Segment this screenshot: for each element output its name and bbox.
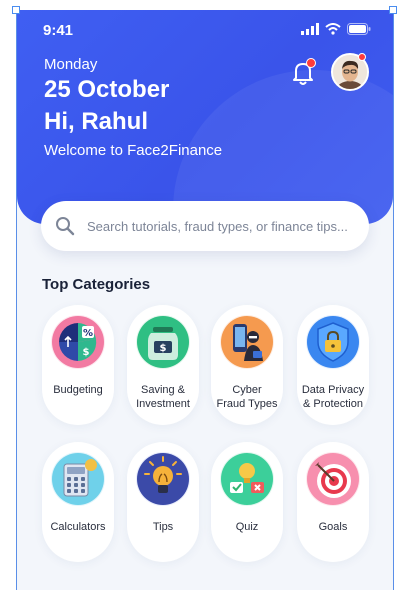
category-card-budgeting[interactable]: % $ Budgeting (42, 305, 114, 425)
calculator-icon (51, 452, 105, 506)
category-card-tips[interactable]: Tips (127, 442, 199, 562)
header-banner: 9:41 Monday 25 October Hi, Rahul Welcome… (17, 10, 393, 224)
category-label: Data Privacy & Protection (301, 384, 365, 410)
svg-text:%: % (83, 328, 93, 339)
category-card-saving-investment[interactable]: $ Saving & Investment (127, 305, 199, 425)
svg-text:$: $ (160, 343, 167, 354)
section-title-top-categories: Top Categories (42, 276, 151, 293)
category-card-quiz[interactable]: Quiz (211, 442, 283, 562)
shield-lock-icon (306, 315, 360, 369)
hacker-phone-icon (220, 315, 274, 369)
target-icon (306, 452, 360, 506)
category-label: Tips (152, 521, 174, 533)
category-label: Budgeting (53, 384, 103, 396)
status-time: 9:41 (43, 22, 74, 39)
lightbulb-icon (136, 452, 190, 506)
quiz-icon (220, 452, 274, 506)
search-input[interactable] (85, 217, 351, 235)
search-icon (56, 217, 75, 236)
day-label: Monday (44, 56, 98, 73)
category-label: Goals (318, 521, 348, 533)
category-label: Cyber Fraud Types (216, 384, 278, 410)
welcome-label: Welcome to Face2Finance (44, 142, 223, 159)
category-card-goals[interactable]: Goals (297, 442, 369, 562)
category-card-cyber-fraud[interactable]: Cyber Fraud Types (211, 305, 283, 425)
selection-handle-top-left (12, 6, 20, 14)
budget-pie-icon: % $ (51, 315, 105, 369)
category-card-calculators[interactable]: Calculators (42, 442, 114, 562)
date-label: 25 October (44, 76, 170, 103)
category-label: Saving & Investment (136, 384, 190, 410)
greeting-label: Hi, Rahul (44, 108, 149, 135)
selection-handle-top-right (389, 6, 397, 14)
avatar-status-dot (358, 53, 366, 61)
app-screen: 9:41 Monday 25 October Hi, Rahul Welcome… (16, 10, 394, 590)
category-label: Quiz (235, 521, 259, 533)
status-icons (301, 23, 371, 35)
search-bar[interactable] (41, 201, 369, 251)
notification-bell-icon[interactable] (289, 58, 317, 88)
battery-icon (347, 23, 371, 35)
wifi-icon (325, 23, 341, 35)
svg-text:$: $ (83, 347, 90, 358)
signal-icon (301, 23, 319, 35)
category-label: Calculators (50, 521, 106, 533)
category-card-data-privacy[interactable]: Data Privacy & Protection (297, 305, 369, 425)
money-jar-icon: $ (136, 315, 190, 369)
